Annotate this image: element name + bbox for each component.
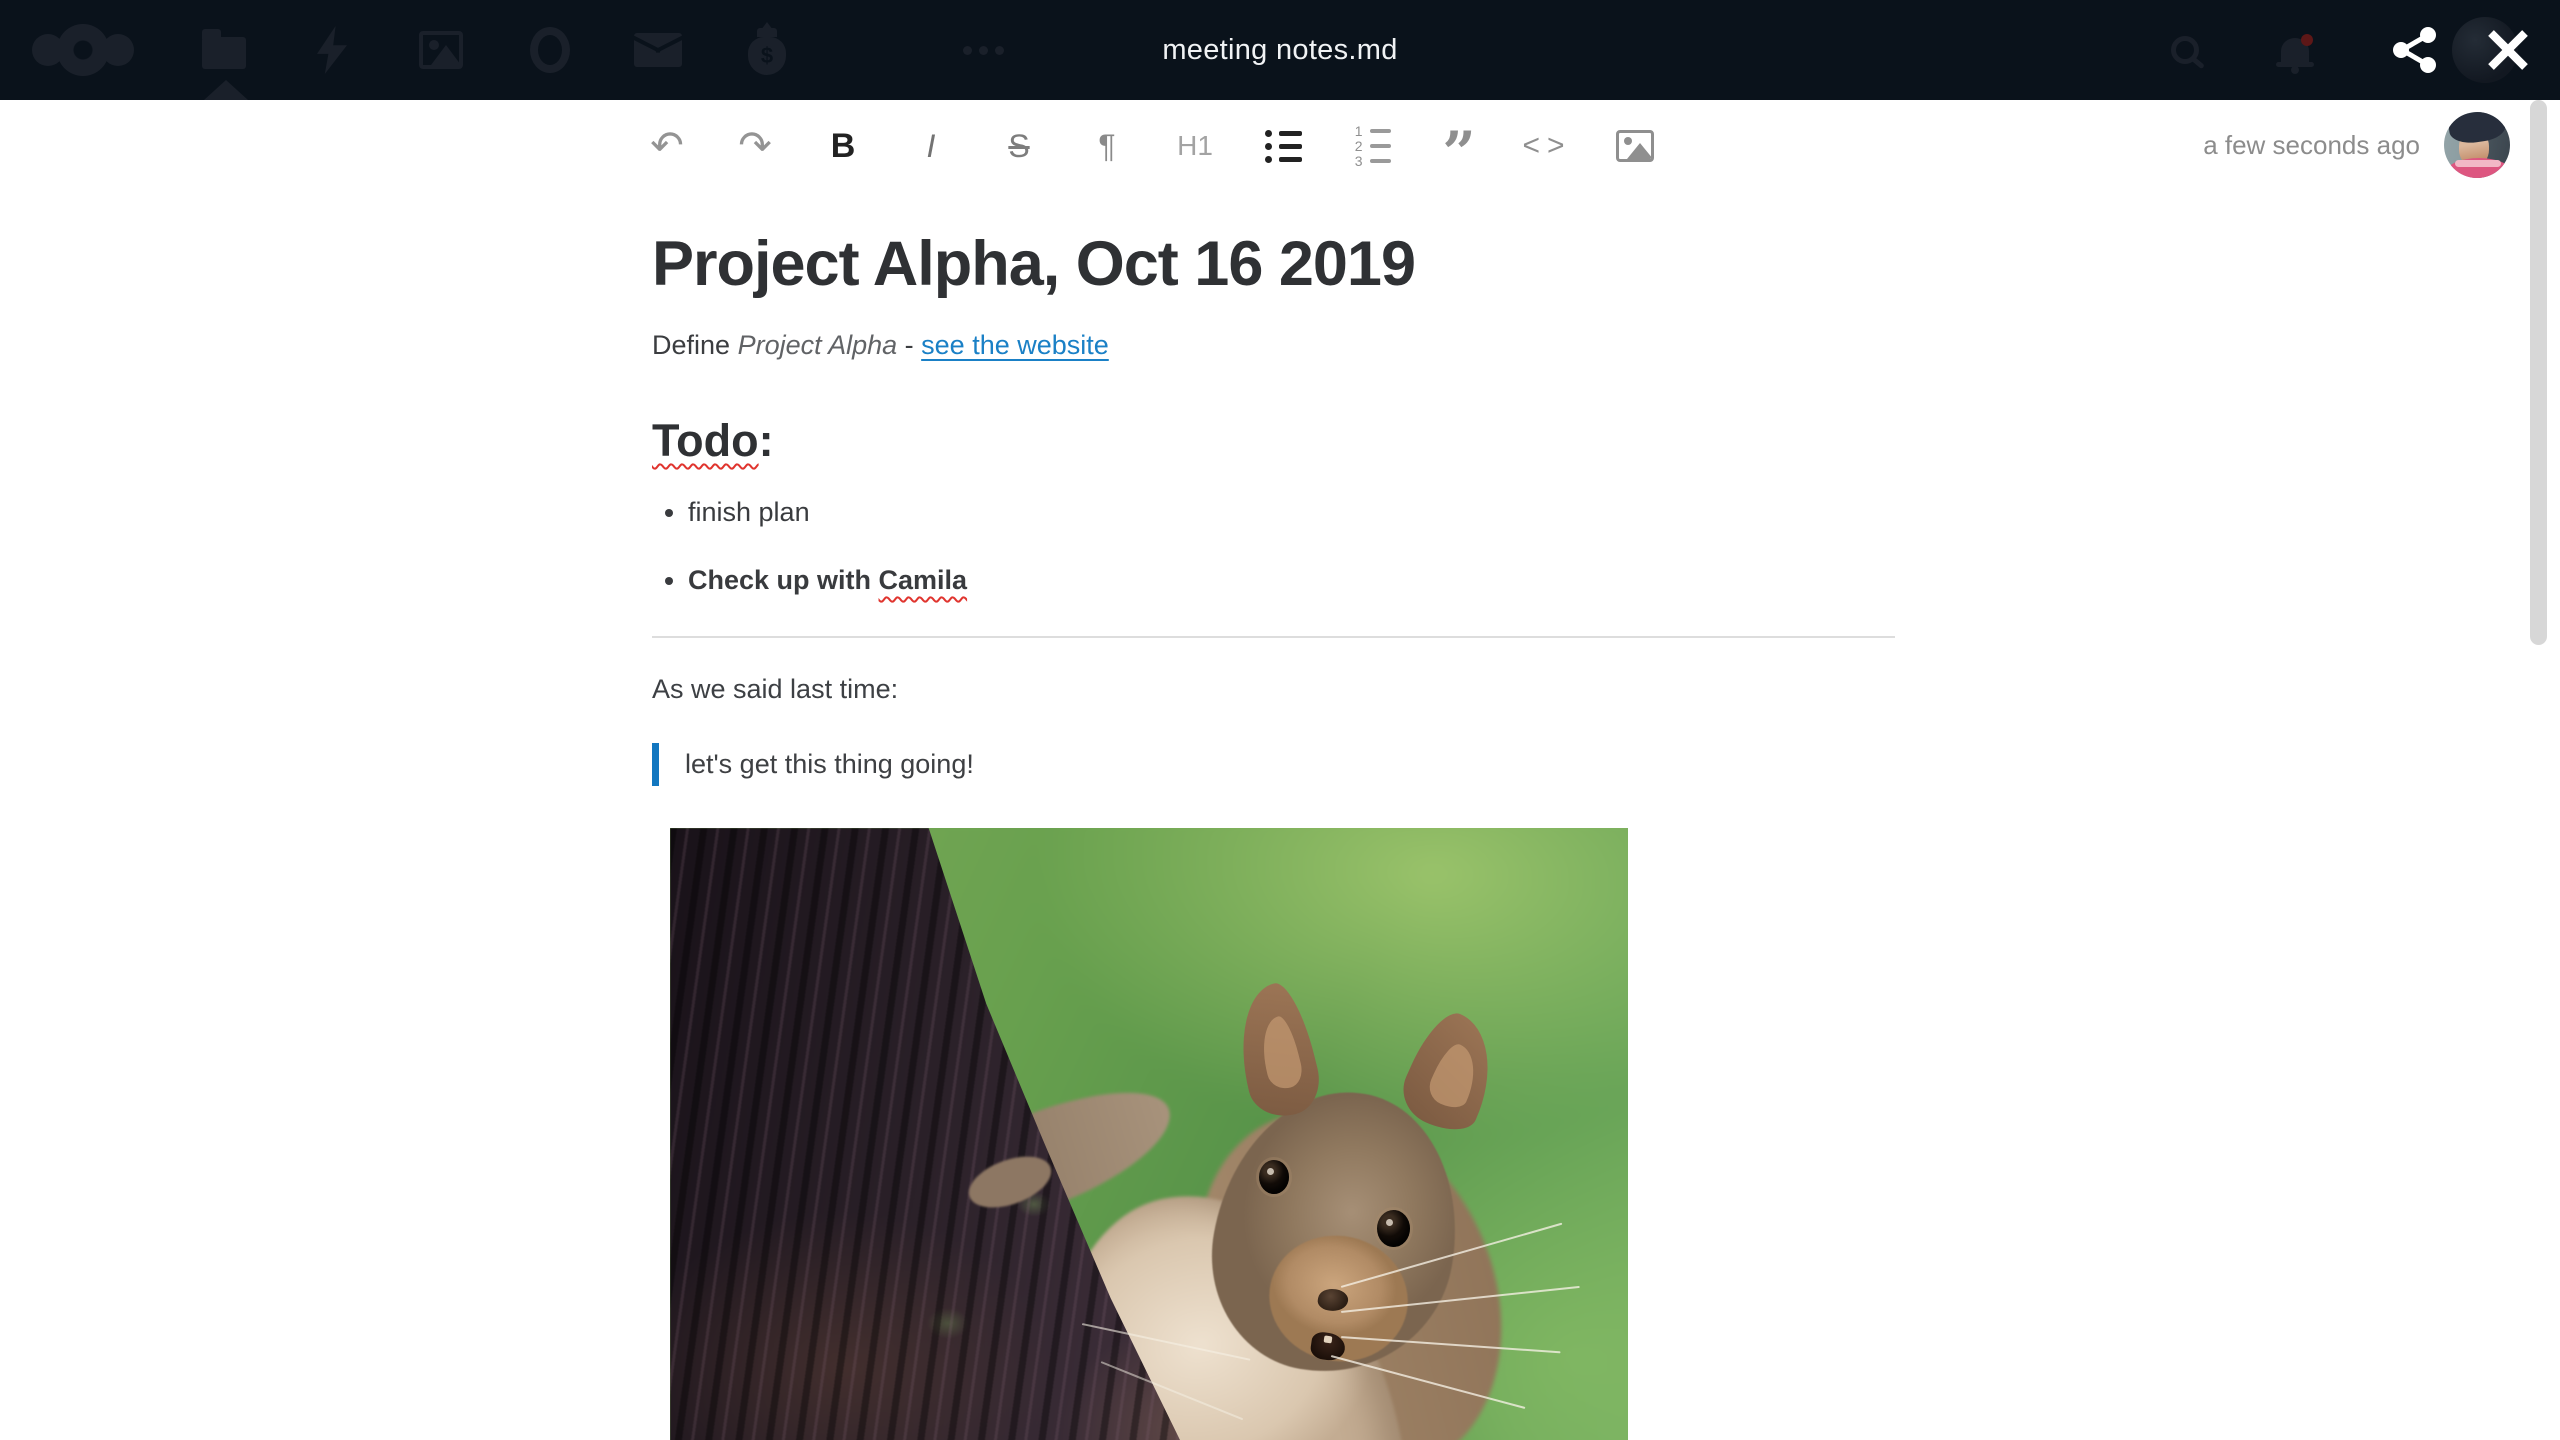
share-button[interactable] — [2375, 0, 2455, 100]
item-text: Check up with — [688, 565, 879, 595]
undo-button[interactable]: ↶ — [645, 118, 689, 174]
document-heading: Project Alpha, Oct 16 2019 — [652, 229, 1416, 299]
search-button[interactable] — [2150, 0, 2220, 100]
horizontal-rule — [652, 636, 1895, 638]
app-photos-button[interactable] — [387, 0, 495, 100]
photo-icon — [419, 31, 463, 69]
folder-icon — [202, 29, 246, 69]
todo-colon: : — [758, 415, 774, 466]
todo-word: Todo — [652, 415, 759, 466]
lightning-icon — [317, 26, 347, 74]
contacts-icon — [849, 28, 901, 72]
nextcloud-logo-icon[interactable] — [28, 0, 138, 100]
app-contacts-button[interactable] — [821, 0, 929, 100]
bullet-list-button[interactable] — [1261, 118, 1305, 174]
app-circles-button[interactable] — [496, 0, 604, 100]
app-finance-button[interactable]: $ — [713, 0, 821, 100]
active-app-indicator — [204, 80, 248, 100]
blockquote-button[interactable]: ” — [1437, 118, 1481, 187]
redo-button[interactable]: ↷ — [733, 118, 777, 174]
ordered-list-button[interactable]: 1 2 3 — [1349, 118, 1393, 174]
topbar: $ meeting notes.md — [0, 0, 2560, 100]
notifications-button[interactable] — [2260, 0, 2330, 100]
avatar[interactable] — [2444, 112, 2510, 178]
todo-list: finish plan Check up with Camila — [652, 497, 1895, 596]
viewer-title: meeting notes.md — [1162, 33, 1398, 66]
dollar-glyph: $ — [760, 43, 774, 68]
code-button[interactable]: <> — [1522, 118, 1569, 174]
ordered-list-icon: 1 2 3 — [1352, 124, 1391, 168]
closing-paragraph: As we said last time: — [652, 674, 899, 704]
list-item: Check up with Camila — [688, 565, 1895, 596]
vertical-scrollbar[interactable] — [2530, 100, 2547, 645]
blockquote: let's get this thing going! — [652, 743, 1895, 786]
app-activity-button[interactable] — [278, 0, 386, 100]
document-editor[interactable]: Project Alpha, Oct 16 2019 Define Projec… — [652, 228, 1895, 1440]
close-viewer-button[interactable] — [2468, 0, 2548, 100]
intro-text: Define — [652, 330, 738, 360]
image-icon — [1616, 130, 1654, 162]
close-icon — [2488, 30, 2528, 70]
italic-button[interactable]: I — [909, 118, 953, 174]
save-status: a few seconds ago — [2203, 112, 2510, 178]
paragraph-button[interactable]: ¶ — [1085, 118, 1129, 174]
editor-menubar: ↶ ↷ B I S ¶ H1 1 2 3 ” <> a few seconds … — [0, 100, 2560, 192]
heading-button[interactable]: H1 — [1173, 118, 1217, 174]
bold-button[interactable]: B — [821, 118, 865, 174]
notification-dot — [2301, 34, 2313, 46]
logo-circle — [57, 24, 109, 76]
intro-paragraph: Define Project Alpha - see the website — [652, 330, 1895, 361]
item-name: Camila — [878, 565, 968, 595]
insert-image-button[interactable] — [1613, 118, 1657, 174]
bell-icon — [2276, 34, 2314, 74]
todo-heading: Todo: — [652, 415, 1895, 467]
share-icon — [2393, 27, 2436, 73]
money-bag-icon: $ — [748, 28, 786, 75]
website-link[interactable]: see the website — [921, 330, 1109, 360]
ellipsis-icon — [962, 45, 1004, 55]
list-item: finish plan — [688, 497, 1895, 528]
intro-emphasis: Project Alpha — [737, 330, 898, 360]
strikethrough-button[interactable]: S — [997, 118, 1041, 174]
last-saved-label: a few seconds ago — [2203, 129, 2420, 160]
envelope-icon — [634, 33, 682, 67]
intro-dash: - — [897, 330, 922, 360]
circle-icon — [530, 27, 570, 73]
squirrel-image — [670, 828, 1628, 1440]
app-more-button[interactable] — [929, 0, 1037, 100]
search-icon — [2171, 36, 2199, 64]
avatar-hat — [2447, 112, 2507, 146]
avatar-shirt — [2445, 158, 2510, 178]
bullet-list-icon — [1264, 129, 1302, 163]
app-mail-button[interactable] — [604, 0, 712, 100]
formatting-toolbar: ↶ ↷ B I S ¶ H1 1 2 3 ” <> — [645, 118, 1657, 187]
